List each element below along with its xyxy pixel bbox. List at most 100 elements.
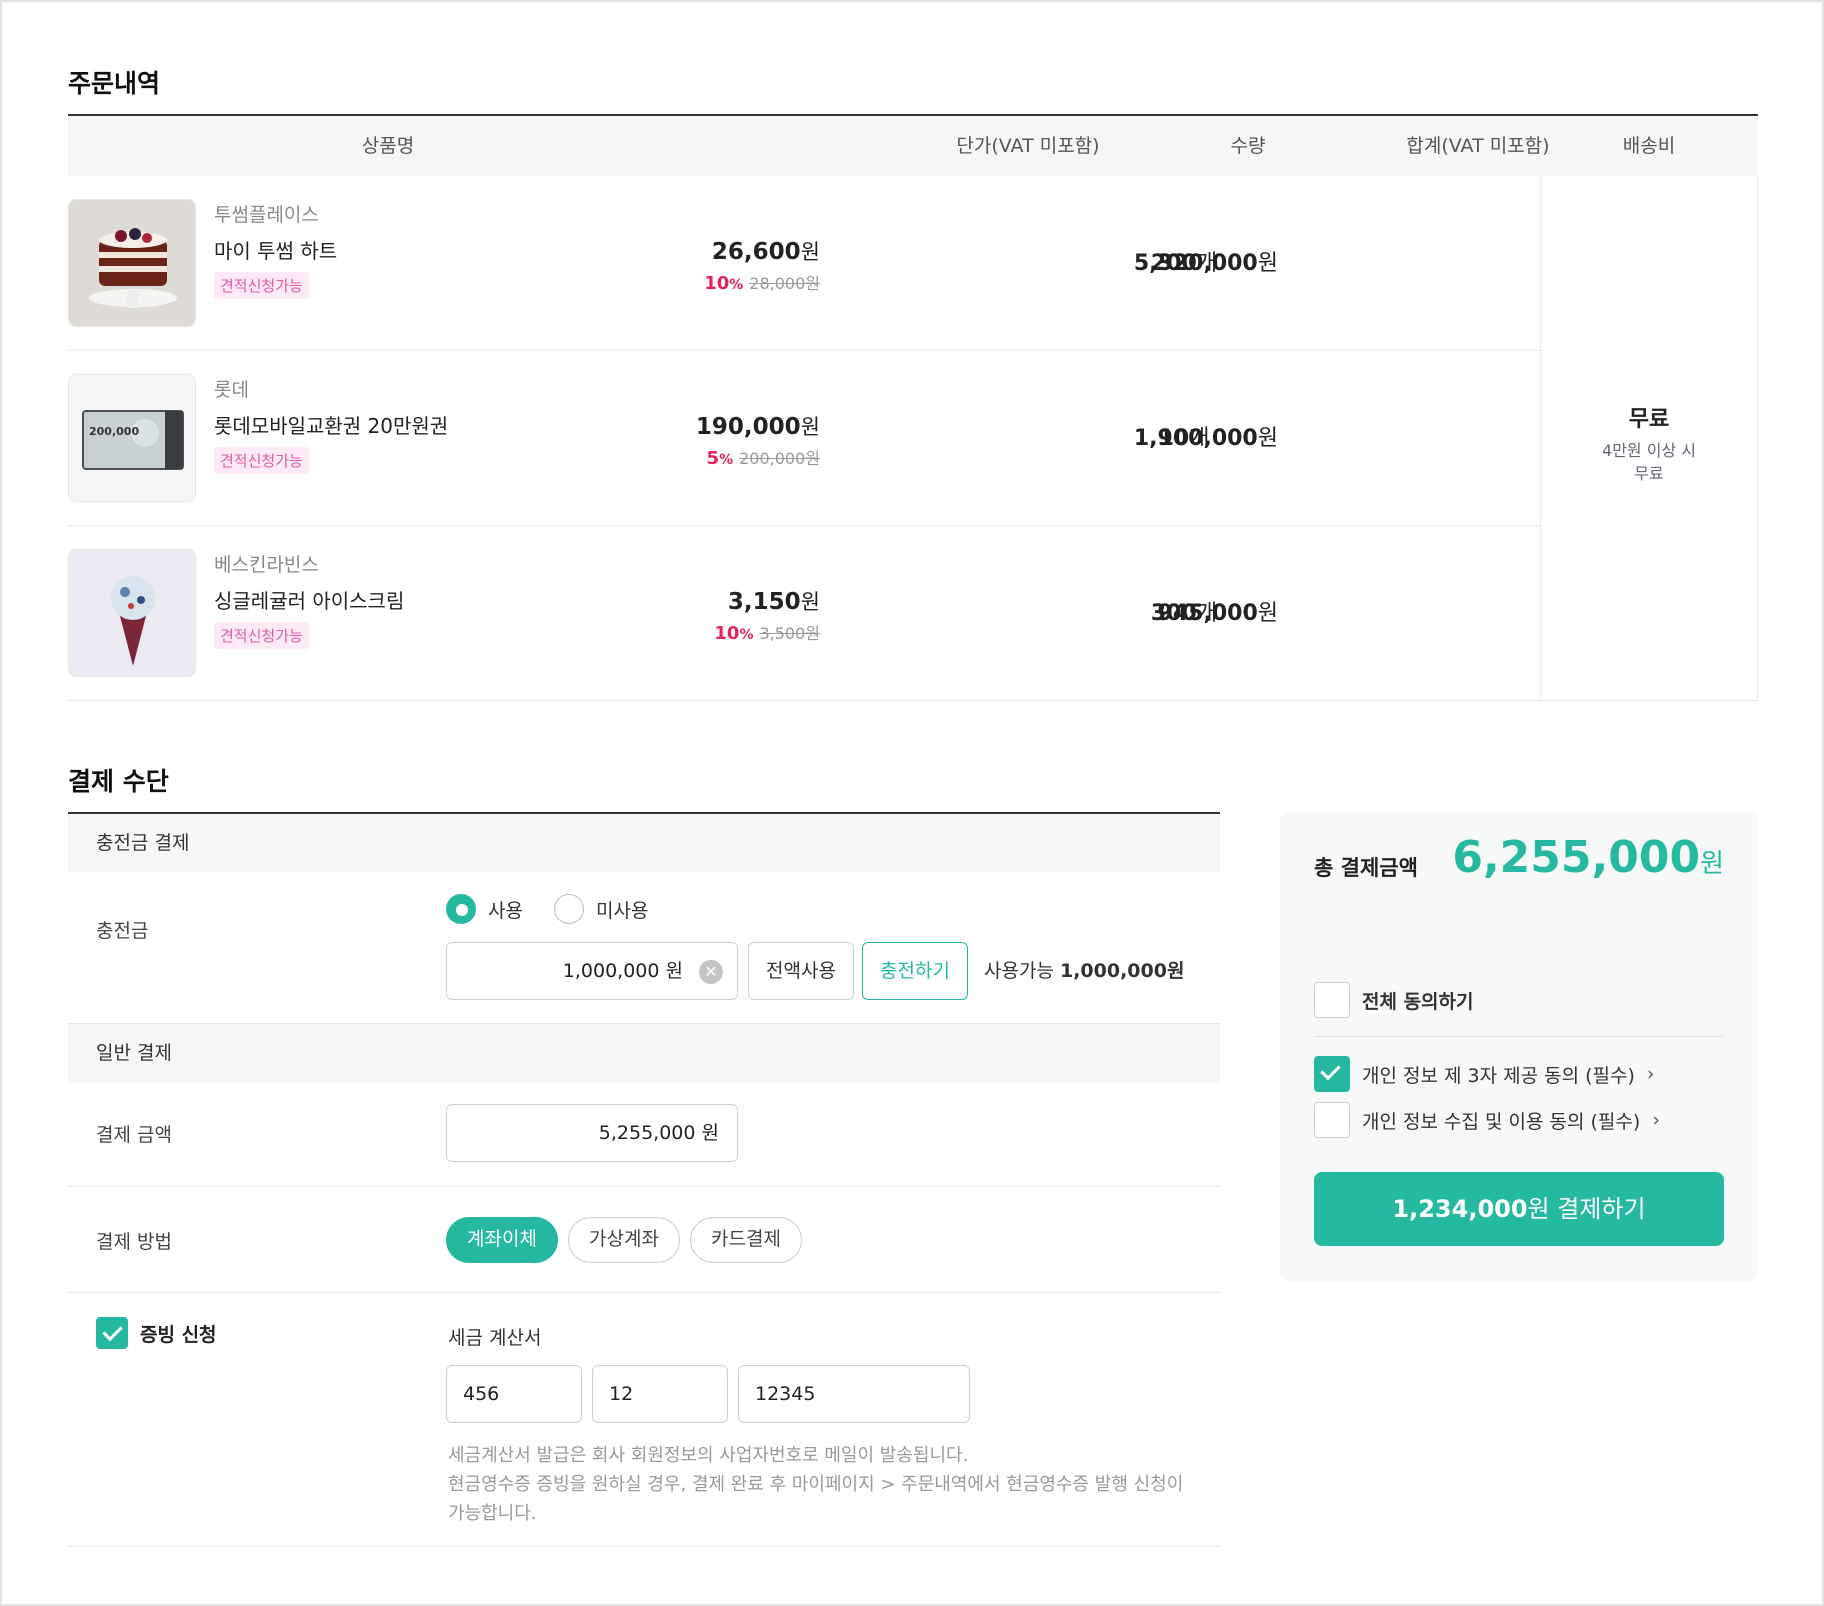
- biz-no-field-1[interactable]: 456: [446, 1365, 582, 1423]
- price-value: 3,150: [727, 589, 801, 615]
- receipt-row: 증빙 신청 세금 계산서 456 12 12345 세금계산서 발급은 회사 회…: [68, 1293, 1220, 1547]
- total-unit: 원: [1257, 426, 1278, 451]
- pay-button-label: 원 결제하기: [1527, 1195, 1646, 1223]
- method-label: 결제 방법: [96, 1231, 172, 1253]
- row-total: 5,320,000원: [1134, 176, 1278, 351]
- product-name[interactable]: 마이 투썸 하트: [214, 235, 337, 264]
- voucher-amount: 200,000: [89, 425, 140, 438]
- biz-no-field-3[interactable]: 12345: [738, 1365, 970, 1423]
- clear-icon[interactable]: ✕: [699, 960, 723, 984]
- product-brand: 투썸플레이스: [214, 204, 319, 226]
- pay-button[interactable]: 1,234,000원 결제하기: [1314, 1172, 1724, 1246]
- discount-rate: 10: [704, 273, 730, 294]
- available-amount: 1,000,000원: [1059, 960, 1185, 982]
- shipping-note-line: 4만원 이상 시: [1602, 441, 1696, 460]
- general-payment-band: 일반 결제: [68, 1024, 1220, 1082]
- discount-symbol: %: [719, 452, 734, 468]
- charge-row: 충전금 사용 미사용 1,000,000 원 ✕ 전액사용 충전하기 사용가능 …: [68, 872, 1220, 1024]
- available-label: 사용가능: [984, 960, 1054, 982]
- discount-symbol: %: [729, 277, 744, 293]
- checkbox-unchecked-icon[interactable]: [1314, 982, 1350, 1018]
- method-virtual-account[interactable]: 가상계좌: [568, 1217, 680, 1263]
- header-unit-price: 단가(VAT 미포함): [956, 135, 1100, 157]
- payment-summary-panel: 총 결제금액 6,255,000원 전체 동의하기 개인 정보 제 3자 제공 …: [1280, 812, 1758, 1282]
- quote-available-badge: 견적신청가능: [214, 272, 309, 299]
- radio-use[interactable]: 사용: [446, 894, 523, 924]
- agree-collect-label: 개인 정보 수집 및 이용 동의 (필수): [1362, 1110, 1641, 1133]
- payment-section-title: 결제 수단: [68, 767, 169, 796]
- notice-line: 가능합니다.: [448, 1503, 537, 1524]
- total-value: 1,900,000: [1133, 426, 1258, 451]
- price-value: 190,000: [695, 414, 801, 440]
- amount-label: 결제 금액: [96, 1124, 172, 1146]
- agree-all-label: 전체 동의하기: [1362, 990, 1474, 1013]
- row-total: 1,900,000원: [1134, 351, 1278, 526]
- total-amount-value: 6,255,000: [1452, 832, 1701, 883]
- total-payment-amount: 6,255,000원: [1452, 832, 1724, 883]
- agree-collect[interactable]: 개인 정보 수집 및 이용 동의 (필수) ›: [1314, 1102, 1660, 1138]
- notice-line: 현금영수증 증빙을 원하실 경우, 결제 완료 후 마이페이지 > 주문내역에서…: [448, 1474, 1184, 1495]
- method-row: 결제 방법 계좌이체 가상계좌 카드결제: [68, 1187, 1220, 1293]
- charge-label: 충전금: [96, 920, 149, 942]
- total-unit: 원: [1257, 251, 1278, 276]
- receipt-label: 증빙 신청: [140, 1323, 217, 1346]
- price-unit: 원: [800, 240, 820, 264]
- product-thumbnail-cake[interactable]: [68, 199, 196, 327]
- receipt-checkbox-group[interactable]: 증빙 신청: [96, 1317, 217, 1349]
- order-table-header: 상품명 단가(VAT 미포함) 수량 합계(VAT 미포함) 배송비: [68, 116, 1758, 176]
- product-name[interactable]: 롯데모바일교환권 20만원권: [214, 410, 448, 439]
- radio-selected-icon[interactable]: [446, 894, 476, 924]
- amount-row: 결제 금액 5,255,000 원: [68, 1082, 1220, 1187]
- method-card[interactable]: 카드결제: [690, 1217, 802, 1263]
- table-row: 베스킨라빈스 싱글레귤러 아이스크림 견적신청가능 3,150원 10% 3,50…: [68, 526, 1540, 701]
- radio-use-label: 사용: [488, 899, 523, 922]
- shipping-fee: 무료: [1628, 407, 1670, 432]
- row-total: 945,000원: [1158, 526, 1278, 701]
- charge-button[interactable]: 충전하기: [862, 942, 968, 1000]
- unit-price: 190,000원 5% 200,000원: [696, 411, 820, 469]
- quote-available-badge: 견적신청가능: [214, 447, 309, 474]
- chevron-right-icon[interactable]: ›: [1652, 1109, 1660, 1131]
- table-row: 200,000 롯데 롯데모바일교환권 20만원권 견적신청가능 190,000…: [68, 351, 1540, 526]
- product-brand: 베스킨라빈스: [214, 554, 319, 576]
- product-thumbnail-icecream[interactable]: [68, 549, 196, 677]
- charge-amount-value: 1,000,000 원: [562, 960, 683, 982]
- total-value: 5,320,000: [1133, 251, 1258, 276]
- price-unit: 원: [800, 415, 820, 439]
- checkbox-unchecked-icon[interactable]: [1314, 1102, 1350, 1138]
- total-value: 945,000: [1157, 601, 1258, 626]
- order-table: 상품명 단가(VAT 미포함) 수량 합계(VAT 미포함) 배송비 투썸플레이…: [68, 114, 1758, 701]
- radio-no-use[interactable]: 미사용: [554, 894, 648, 924]
- checkbox-checked-icon[interactable]: [96, 1317, 128, 1349]
- payment-form: 충전금 결제 충전금 사용 미사용 1,000,000 원 ✕ 전액사용 충전하…: [68, 812, 1220, 1547]
- order-rows: 투썸플레이스 마이 투썸 하트 견적신청가능 26,600원 10% 28,000…: [68, 176, 1758, 701]
- original-price: 200,000원: [739, 449, 820, 468]
- tax-invoice-label: 세금 계산서: [448, 1327, 542, 1349]
- chevron-right-icon[interactable]: ›: [1647, 1063, 1655, 1085]
- use-all-button[interactable]: 전액사용: [748, 942, 854, 1000]
- original-price: 3,500원: [759, 624, 820, 643]
- method-bank-transfer[interactable]: 계좌이체: [446, 1217, 558, 1263]
- product-info: 롯데 롯데모바일교환권 20만원권 견적신청가능: [214, 375, 448, 474]
- agree-third-party-label: 개인 정보 제 3자 제공 동의 (필수): [1362, 1064, 1635, 1087]
- tax-notice: 세금계산서 발급은 회사 회원정보의 사업자번호로 메일이 발송됩니다. 현금영…: [448, 1441, 1183, 1528]
- product-name[interactable]: 싱글레귤러 아이스크림: [214, 585, 404, 614]
- shipping-note: 4만원 이상 시 무료: [1541, 439, 1757, 485]
- quote-available-badge: 견적신청가능: [214, 622, 309, 649]
- charge-amount-input[interactable]: 1,000,000 원 ✕: [446, 942, 738, 1000]
- discount-symbol: %: [739, 627, 754, 643]
- checkbox-checked-icon[interactable]: [1314, 1056, 1350, 1092]
- order-section-title: 주문내역: [68, 69, 161, 98]
- unit-price: 3,150원 10% 3,500원: [714, 586, 820, 644]
- biz-no-field-2[interactable]: 12: [592, 1365, 728, 1423]
- product-info: 투썸플레이스 마이 투썸 하트 견적신청가능: [214, 200, 337, 299]
- payment-amount-input[interactable]: 5,255,000 원: [446, 1104, 738, 1162]
- agree-third-party[interactable]: 개인 정보 제 3자 제공 동의 (필수) ›: [1314, 1056, 1655, 1092]
- product-info: 베스킨라빈스 싱글레귤러 아이스크림 견적신청가능: [214, 550, 404, 649]
- radio-unselected-icon[interactable]: [554, 894, 584, 924]
- agree-all[interactable]: 전체 동의하기: [1314, 982, 1474, 1018]
- discount-rate: 10: [714, 623, 740, 644]
- product-thumbnail-voucher[interactable]: 200,000: [68, 374, 196, 502]
- total-amount-unit: 원: [1700, 849, 1724, 879]
- charge-payment-band: 충전금 결제: [68, 814, 1220, 872]
